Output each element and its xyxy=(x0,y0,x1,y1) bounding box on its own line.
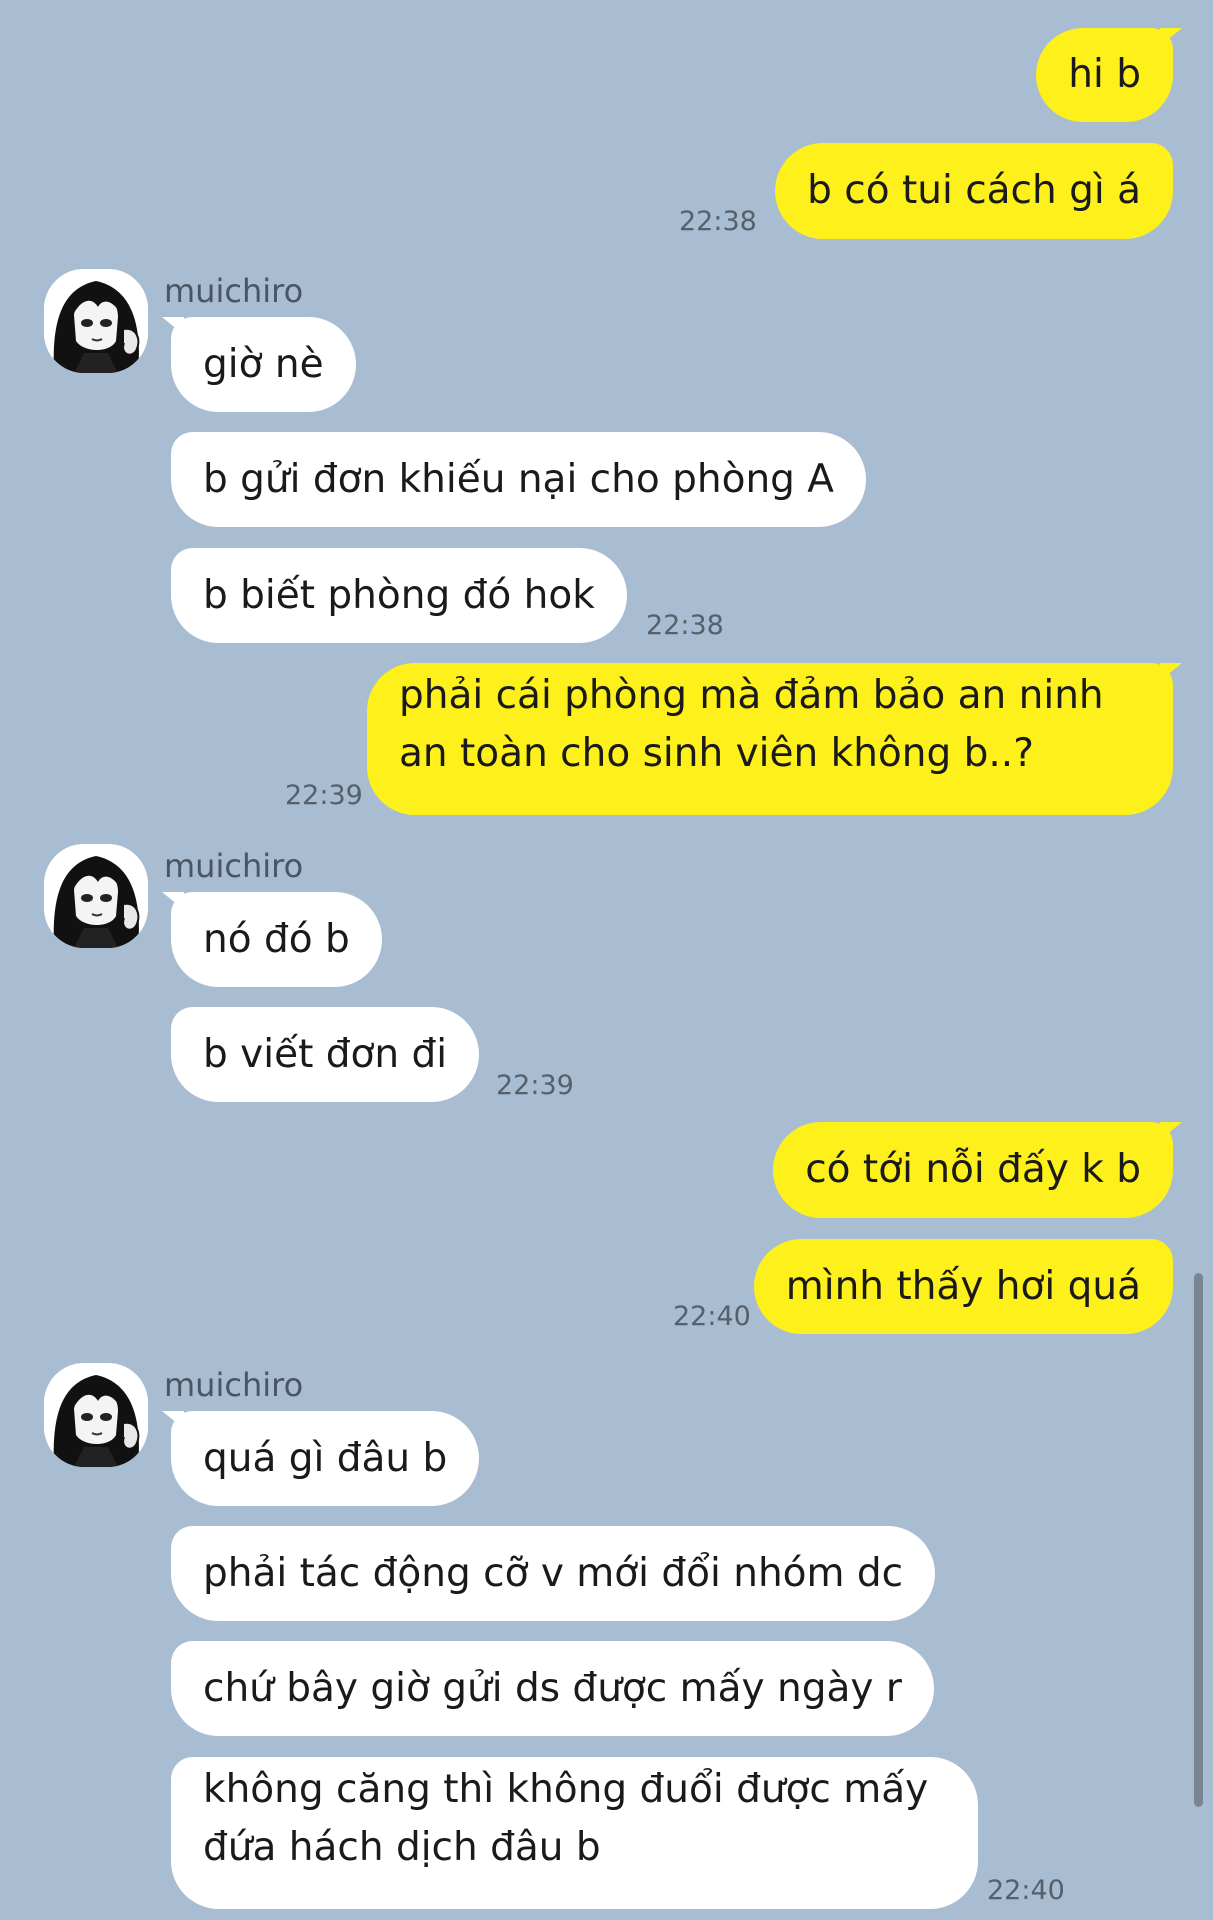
message-text: không căng thì không đuổi được mấy đứa h… xyxy=(203,1761,928,1877)
message-bubble-outgoing[interactable]: mình thấy hơi quá xyxy=(753,1239,1173,1334)
avatar-image xyxy=(44,269,148,373)
message-bubble-outgoing[interactable]: phải cái phòng mà đảm bảo an ninh an toà… xyxy=(367,663,1173,815)
chat-area[interactable]: hi b b có tui cách gì á 22:38 muichiro g… xyxy=(0,0,1213,1920)
message-text: có tới nỗi đấy k b xyxy=(805,1147,1141,1192)
message-text-line: không căng thì không đuổi được mấy xyxy=(203,1767,929,1812)
message-text: chứ bây giờ gửi ds được mấy ngày r xyxy=(203,1665,902,1711)
sender-name: muichiro xyxy=(164,1366,304,1404)
message-timestamp: 22:40 xyxy=(987,1875,1065,1906)
message-timestamp: 22:39 xyxy=(285,780,363,811)
message-text: b có tui cách gì á xyxy=(807,168,1141,213)
message-bubble-incoming[interactable]: b gửi đơn khiếu nại cho phòng A xyxy=(171,432,866,527)
message-bubble-outgoing[interactable]: hi b xyxy=(1036,28,1173,122)
message-text: b viết đơn đi xyxy=(203,1031,448,1077)
avatar-image xyxy=(44,1363,148,1467)
message-timestamp: 22:38 xyxy=(646,610,724,641)
message-text: giờ nè xyxy=(203,341,324,387)
message-text: quá gì đâu b xyxy=(203,1435,448,1481)
sender-name: muichiro xyxy=(164,272,304,310)
chat-scrollbar[interactable] xyxy=(1194,1273,1203,1807)
contact-avatar[interactable] xyxy=(44,269,148,373)
message-bubble-incoming[interactable]: nó đó b xyxy=(171,892,382,987)
message-bubble-incoming[interactable]: không căng thì không đuổi được mấy đứa h… xyxy=(171,1757,978,1909)
message-bubble-incoming[interactable]: b biết phòng đó hok xyxy=(171,548,627,643)
message-timestamp: 22:40 xyxy=(673,1301,751,1332)
message-bubble-incoming[interactable]: chứ bây giờ gửi ds được mấy ngày r xyxy=(171,1641,934,1736)
message-bubble-incoming[interactable]: quá gì đâu b xyxy=(171,1411,480,1506)
sender-name: muichiro xyxy=(164,847,304,885)
message-bubble-incoming[interactable]: phải tác động cỡ v mới đổi nhóm dc xyxy=(171,1526,936,1621)
contact-avatar[interactable] xyxy=(44,844,148,948)
contact-avatar[interactable] xyxy=(44,1363,148,1467)
avatar-image xyxy=(44,844,148,948)
message-text: b gửi đơn khiếu nại cho phòng A xyxy=(203,456,834,502)
message-text: nó đó b xyxy=(203,916,350,962)
message-text-line: đứa hách dịch đâu b xyxy=(203,1825,601,1870)
message-bubble-incoming[interactable]: giờ nè xyxy=(171,317,356,412)
message-text: b biết phòng đó hok xyxy=(203,572,595,618)
message-timestamp: 22:39 xyxy=(496,1070,574,1101)
message-bubble-outgoing[interactable]: b có tui cách gì á xyxy=(775,143,1173,239)
message-text: phải tác động cỡ v mới đổi nhóm dc xyxy=(203,1550,904,1596)
message-text: phải cái phòng mà đảm bảo an ninh an toà… xyxy=(399,667,1104,783)
message-text-line: phải cái phòng mà đảm bảo an ninh xyxy=(399,673,1104,718)
message-text: mình thấy hơi quá xyxy=(785,1263,1141,1309)
message-text: hi b xyxy=(1068,52,1141,97)
message-bubble-incoming[interactable]: b viết đơn đi xyxy=(171,1007,480,1102)
message-timestamp: 22:38 xyxy=(679,206,757,237)
message-bubble-outgoing[interactable]: có tới nỗi đấy k b xyxy=(773,1122,1173,1218)
message-text-line: an toàn cho sinh viên không b..? xyxy=(399,731,1034,776)
